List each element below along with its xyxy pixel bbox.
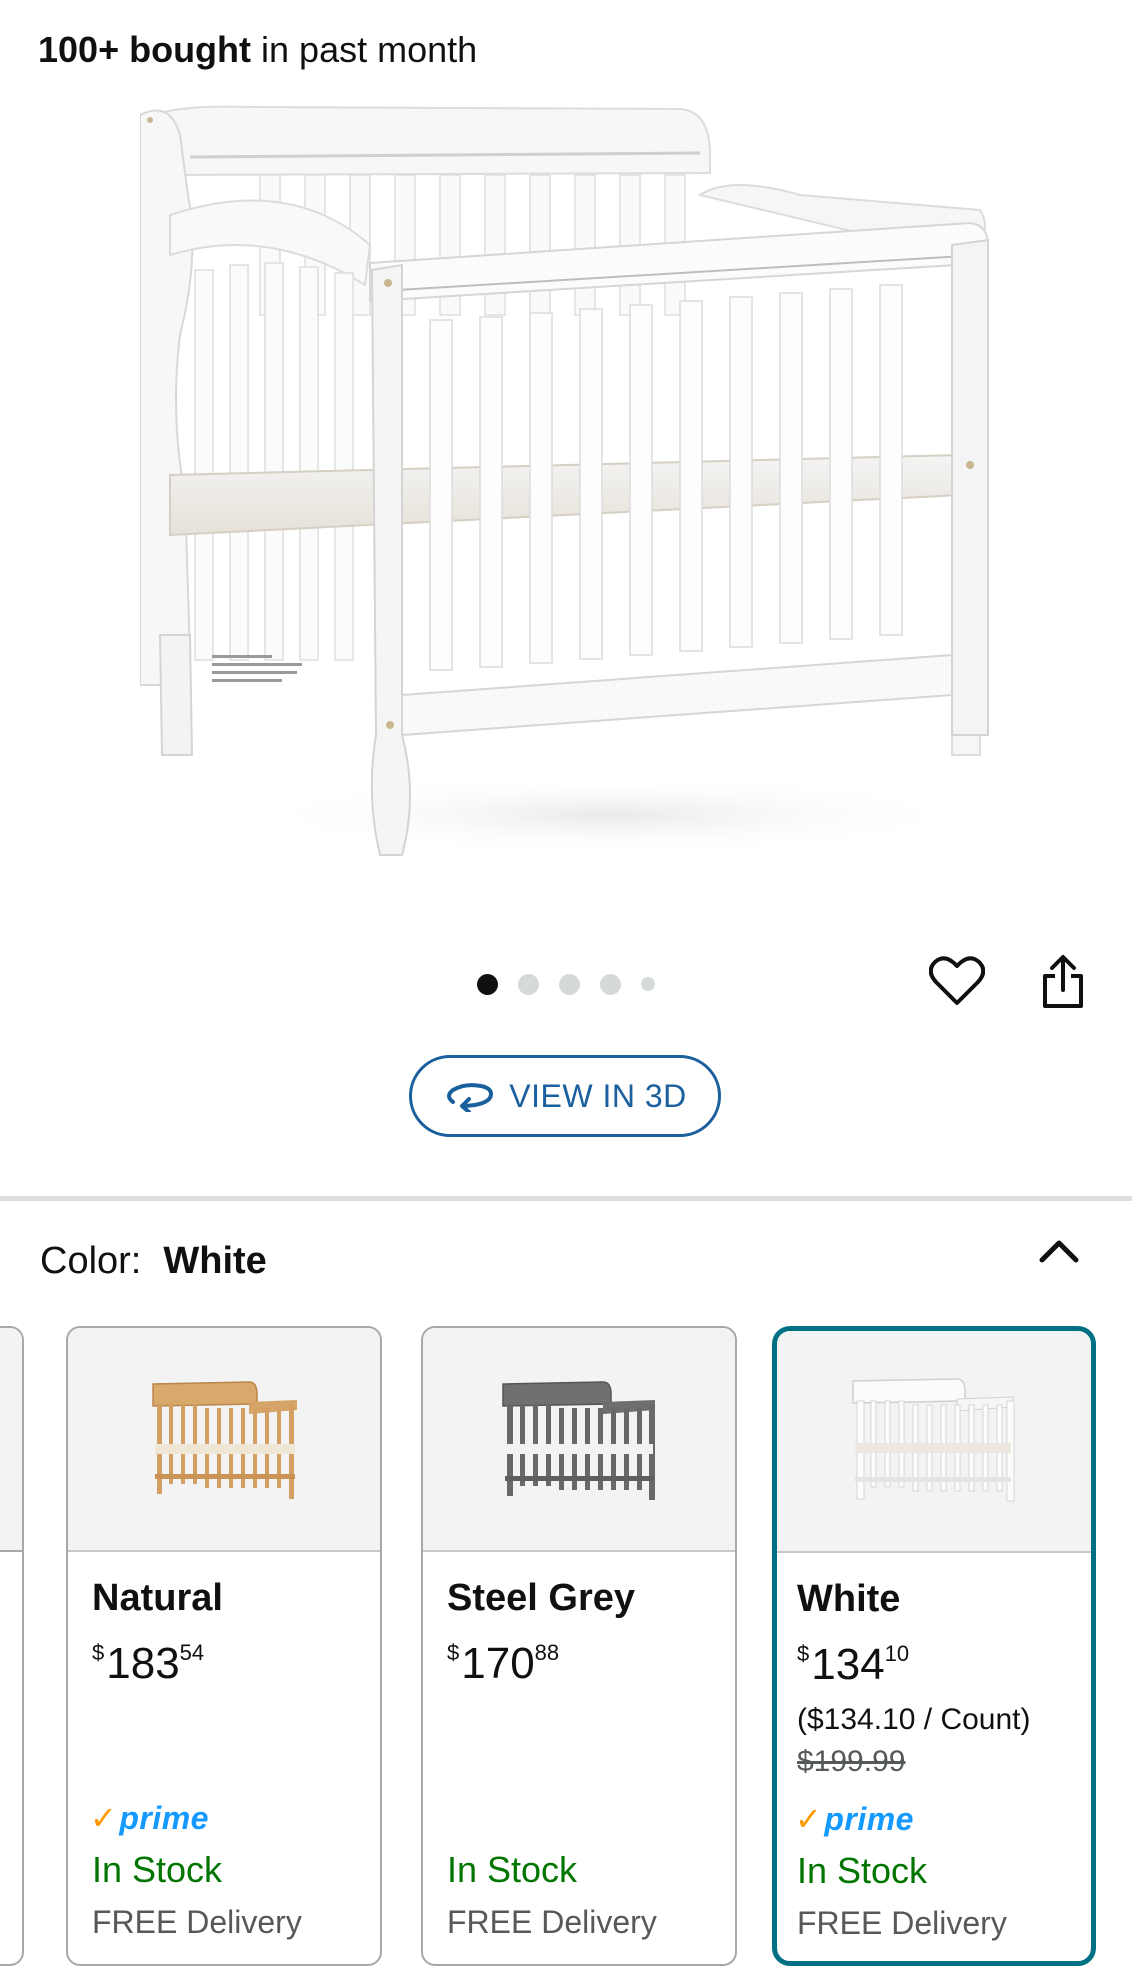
unit-price: ($134.10 / Count) [797,1703,1031,1736]
product-image[interactable] [140,95,1000,885]
prime-badge: ✓ prime [795,1800,914,1838]
color-option-white-image [777,1331,1091,1553]
color-option-white[interactable]: White $13410 ($134.10 / Count) $199.99 ✓… [772,1326,1096,1966]
carousel-dot-1[interactable] [477,973,498,995]
chevron-up-icon[interactable] [1036,1232,1082,1272]
stock-status: In Stock [92,1849,223,1890]
prime-check-icon: ✓ [795,1801,823,1837]
view-in-3d-button[interactable]: VIEW IN 3D [409,1055,721,1137]
color-option-steel-grey-image [423,1328,735,1552]
rotate-3d-icon [447,1083,494,1112]
white-crib-thumbnail [852,1378,1015,1502]
color-selector-label: Color: White [40,1236,267,1286]
section-divider [0,1196,1132,1201]
carousel-dot-3[interactable] [559,973,580,995]
share-button[interactable] [1036,952,1090,1012]
share-icon [1043,955,1083,1008]
prime-check-icon: ✓ [90,1800,118,1836]
color-option-natural[interactable]: Natural $18354 ✓ prime In Stock FREE Deli… [66,1326,382,1966]
carousel-dot-2[interactable] [518,973,539,995]
delivery-info: FREE Delivery [447,1904,657,1940]
color-option-price: $17088 [447,1639,560,1688]
color-option-previous-partial[interactable] [0,1326,24,1966]
color-option-name: Natural [92,1577,223,1619]
delivery-info: FREE Delivery [797,1905,1007,1941]
color-option-price: $13410 [797,1640,910,1689]
color-option-natural-image [68,1328,380,1552]
stock-status: In Stock [797,1850,928,1891]
steel-grey-crib-thumbnail [502,1381,655,1500]
color-option-name: White [797,1578,901,1620]
color-option-price: $18354 [92,1639,205,1688]
bought-count-text: 100+ bought in past month [38,28,477,72]
prime-badge: ✓ prime [90,1799,209,1837]
carousel-dot-4[interactable] [600,973,621,995]
color-option-steel-grey[interactable]: Steel Grey $17088 In Stock FREE Delivery [421,1326,737,1966]
wishlist-button[interactable] [928,952,986,1010]
color-label: Color: [40,1240,142,1282]
carousel-dot-5[interactable] [641,977,655,991]
heart-icon [929,956,985,1005]
stock-status: In Stock [447,1849,578,1890]
color-option-name: Steel Grey [447,1577,635,1619]
natural-crib-thumbnail [152,1381,297,1499]
bought-count-bold: 100+ bought [38,29,252,70]
view-in-3d-label: VIEW IN 3D [509,1077,687,1114]
bought-count-rest: in past month [251,29,478,70]
delivery-info: FREE Delivery [92,1904,302,1940]
list-price-strikethrough: $199.99 [797,1745,906,1778]
selected-color-value: White [163,1240,267,1282]
